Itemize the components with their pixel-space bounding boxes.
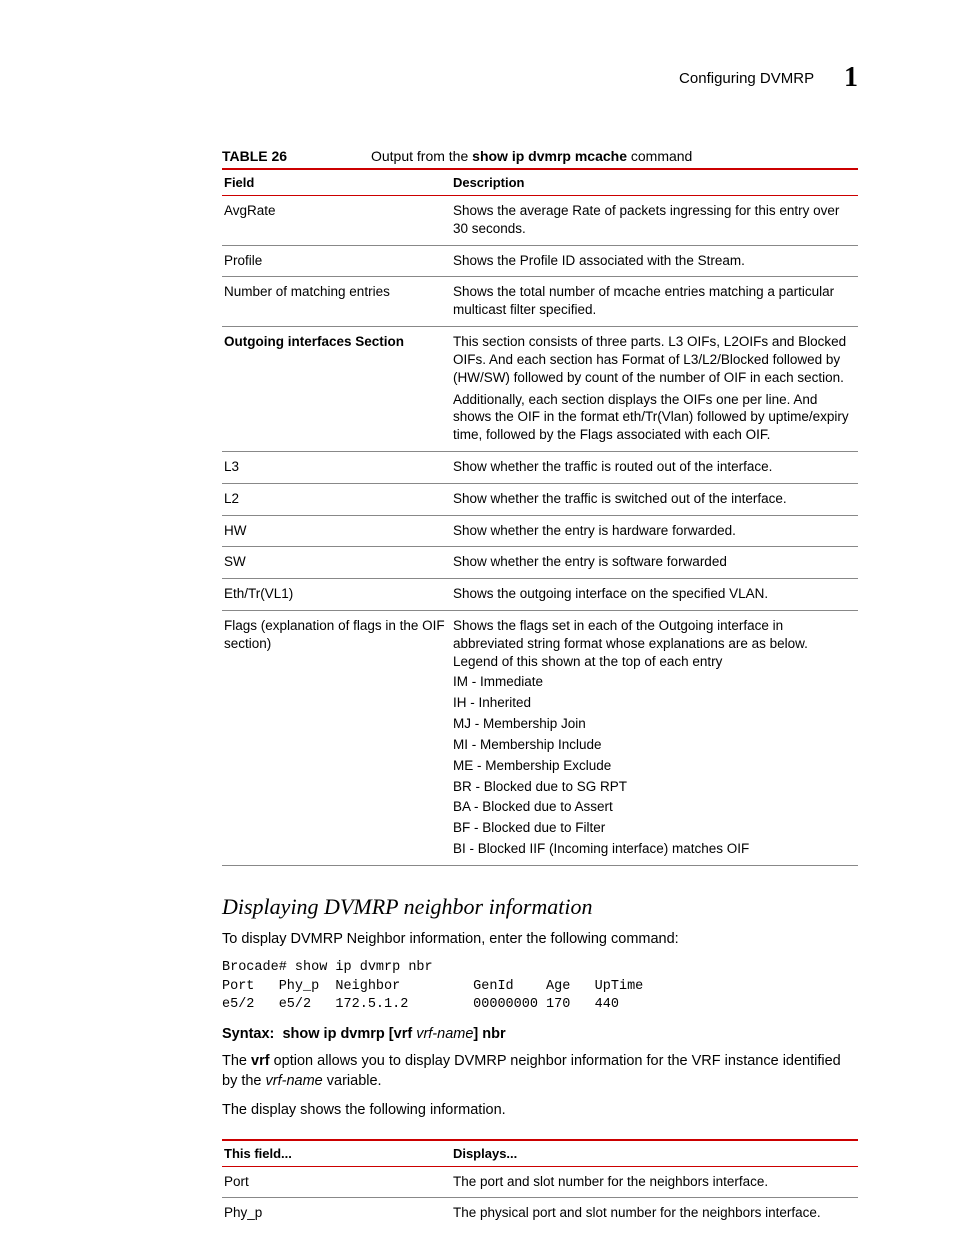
col-field: Field xyxy=(222,169,451,196)
section-heading: Displaying DVMRP neighbor information xyxy=(222,894,858,920)
syntax-line: Syntax: show ip dvmrp [vrf vrf-name] nbr xyxy=(222,1026,858,1042)
table-row: Flags (explanation of flags in the OIF s… xyxy=(222,611,858,866)
col-description: Description xyxy=(451,169,858,196)
intro-paragraph: To display DVMRP Neighbor information, e… xyxy=(222,930,858,950)
table-row: Number of matching entries Shows the tot… xyxy=(222,277,858,327)
table-caption-label: TABLE 26 xyxy=(222,148,287,164)
table-row: AvgRate Shows the average Rate of packet… xyxy=(222,196,858,246)
table-caption-text: Output from the show ip dvmrp mcache com… xyxy=(371,148,692,164)
col-this-field: This field... xyxy=(222,1140,451,1167)
page-header: Configuring DVMRP 1 xyxy=(222,62,858,94)
header-title: Configuring DVMRP xyxy=(679,70,814,87)
header-chapter-number: 1 xyxy=(844,62,858,94)
output-fields-table: Field Description AvgRate Shows the aver… xyxy=(222,168,858,866)
display-fields-table: This field... Displays... Port The port … xyxy=(222,1139,858,1230)
display-paragraph: The display shows the following informat… xyxy=(222,1101,858,1121)
table-row: L2 Show whether the traffic is switched … xyxy=(222,483,858,515)
table-row: L3 Show whether the traffic is routed ou… xyxy=(222,451,858,483)
cli-output: Brocade# show ip dvmrp nbr Port Phy_p Ne… xyxy=(222,959,858,1014)
table-row: Eth/Tr(VL1) Shows the outgoing interface… xyxy=(222,579,858,611)
vrf-paragraph: The vrf option allows you to display DVM… xyxy=(222,1052,858,1091)
table-row: HW Show whether the entry is hardware fo… xyxy=(222,515,858,547)
table-row: Profile Shows the Profile ID associated … xyxy=(222,245,858,277)
table-row: Port The port and slot number for the ne… xyxy=(222,1166,858,1198)
table-row: Outgoing interfaces Section This section… xyxy=(222,327,858,452)
col-displays: Displays... xyxy=(451,1140,858,1167)
table-caption: TABLE 26 Output from the show ip dvmrp m… xyxy=(222,148,858,164)
table-row: SW Show whether the entry is software fo… xyxy=(222,547,858,579)
table-row: Phy_p The physical port and slot number … xyxy=(222,1198,858,1229)
flag-legend: IM - Immediate IH - Inherited MJ - Membe… xyxy=(453,673,854,857)
